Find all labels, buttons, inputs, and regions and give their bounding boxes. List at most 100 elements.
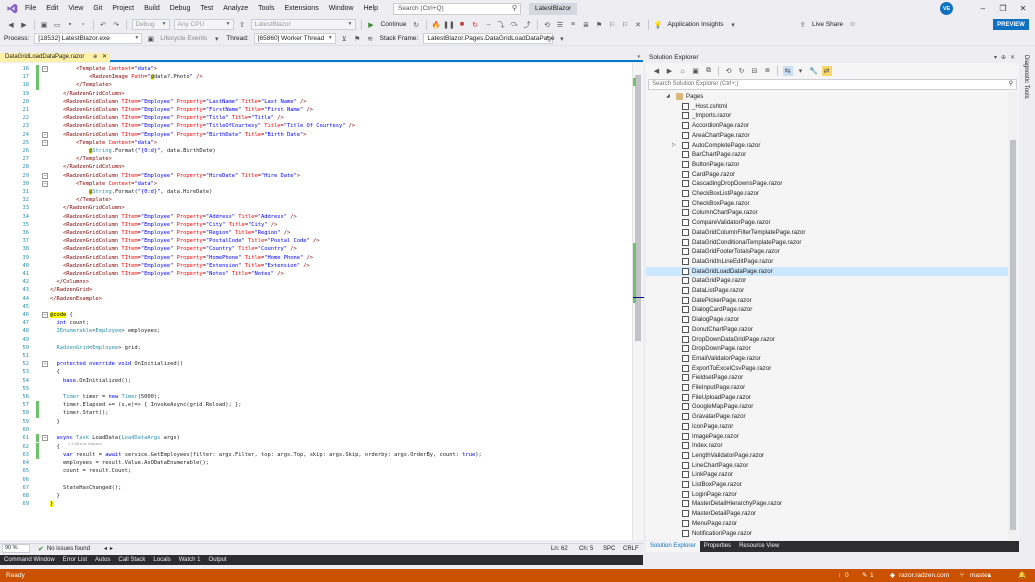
forward-icon[interactable]: ▶ bbox=[19, 20, 29, 30]
window-position-icon[interactable]: ▾ bbox=[994, 53, 997, 63]
tab-solution-explorer[interactable]: Solution Explorer bbox=[646, 541, 700, 552]
solution-tree[interactable]: ◢ Pages _Host.cshtml _Imports.razor Accordio… bbox=[646, 92, 1008, 540]
code-line[interactable]: 63 var result = await service.GetEmployee… bbox=[0, 450, 630, 460]
refresh-icon[interactable]: ↻ bbox=[737, 66, 747, 76]
home-icon[interactable]: ⌂ bbox=[678, 66, 688, 76]
fold-toggle-icon[interactable]: − bbox=[42, 66, 48, 72]
fold-toggle-icon[interactable]: − bbox=[42, 139, 48, 146]
solution-search-input[interactable]: Search Solution Explorer (Ctrl+;) ⚲ bbox=[648, 79, 1017, 90]
code-line[interactable]: 54 base.OnInitialized(); bbox=[0, 377, 630, 385]
menu-item-build[interactable]: Build bbox=[139, 0, 165, 17]
active-tracking-icon[interactable]: ⇄ bbox=[821, 66, 832, 76]
code-line[interactable]: 35 <RadzenGridColumn TItem="Employee" Pro… bbox=[0, 221, 630, 229]
tree-item[interactable]: DataGridPage.razor bbox=[646, 276, 1008, 286]
notifications-icon[interactable]: 🔔 bbox=[1018, 569, 1026, 582]
menu-item-analyze[interactable]: Analyze bbox=[218, 0, 253, 17]
tree-item[interactable]: IconPage.razor bbox=[646, 422, 1008, 432]
menu-item-edit[interactable]: Edit bbox=[41, 0, 63, 17]
code-line[interactable]: 41 <RadzenGridColumn TItem="Employee" Pro… bbox=[0, 270, 630, 278]
hot-reload-icon[interactable]: 🔥 bbox=[431, 20, 441, 30]
code-line[interactable]: 37 <RadzenGridColumn TItem="Employee" Pro… bbox=[0, 237, 630, 245]
code-line[interactable]: 25 − <Template Context="data"> bbox=[0, 139, 630, 147]
tree-item[interactable]: DialogCardPage.razor bbox=[646, 305, 1008, 315]
chevron-down-icon[interactable]: ▾ bbox=[728, 20, 738, 30]
tab-list-dropdown-icon[interactable]: ▾ bbox=[637, 53, 640, 62]
code-line[interactable]: 21 <RadzenGridColumn TItem="Employee" Pro… bbox=[0, 106, 630, 114]
tree-item[interactable]: FileUploadPage.razor bbox=[646, 393, 1008, 403]
collapse-all-icon[interactable]: ⊟ bbox=[750, 66, 760, 76]
code-line[interactable]: 59} bbox=[0, 418, 630, 426]
close-tab-icon[interactable]: ✕ bbox=[102, 53, 107, 62]
open-file-icon[interactable]: ▭ bbox=[52, 20, 62, 30]
code-line[interactable]: 28 </RadzenGridColumn> bbox=[0, 163, 630, 171]
tree-item[interactable]: DataGridLoadDataPage.razor bbox=[646, 266, 1008, 277]
code-line[interactable]: 68} bbox=[0, 492, 630, 500]
tree-item[interactable]: CheckBoxListPage.razor bbox=[646, 189, 1008, 199]
whitespace-mode[interactable]: SPC bbox=[603, 546, 615, 552]
menu-item-project[interactable]: Project bbox=[107, 0, 139, 17]
new-item-icon[interactable]: ▣ bbox=[39, 20, 49, 30]
feedback-icon[interactable]: ☺ bbox=[848, 20, 858, 30]
prev-bookmark-icon[interactable]: ⚐ bbox=[607, 20, 617, 30]
menu-item-view[interactable]: View bbox=[63, 0, 88, 17]
continue-button[interactable]: Continue bbox=[381, 21, 407, 28]
tab-watch-1[interactable]: Watch 1 bbox=[175, 555, 205, 565]
preview-badge[interactable]: PREVIEW bbox=[993, 19, 1029, 30]
code-line[interactable]: 46 − @code { bbox=[0, 311, 630, 319]
tree-folder-pages[interactable]: ◢ Pages bbox=[646, 92, 1008, 102]
pin-window-icon[interactable]: ⊕ bbox=[1001, 53, 1006, 63]
avatar[interactable]: VE bbox=[940, 2, 953, 15]
tab-properties[interactable]: Properties bbox=[700, 541, 735, 552]
code-line[interactable]: 49 bbox=[0, 336, 630, 344]
tree-item[interactable]: FieldsetPage.razor bbox=[646, 373, 1008, 383]
code-line[interactable]: 47 int count; bbox=[0, 319, 630, 327]
clear-bookmarks-icon[interactable]: ✕ bbox=[633, 20, 643, 30]
code-line[interactable]: 50 RadzenGrid<Employee> grid; bbox=[0, 344, 630, 352]
show-all-files-icon[interactable]: ⧈ bbox=[763, 66, 773, 76]
code-line[interactable]: 43 </RadzenGrid> bbox=[0, 286, 630, 294]
code-line[interactable]: 38 <RadzenGridColumn TItem="Employee" Pro… bbox=[0, 245, 630, 253]
code-line[interactable]: 60 bbox=[0, 426, 630, 434]
code-line[interactable]: 20 <RadzenGridColumn TItem="Employee" Pro… bbox=[0, 98, 630, 106]
code-line[interactable]: 22 <RadzenGridColumn TItem="Employee" Pro… bbox=[0, 114, 630, 122]
fold-toggle-icon[interactable]: − bbox=[42, 312, 48, 318]
tree-item[interactable]: CheckBoxPage.razor bbox=[646, 199, 1008, 209]
tree-item[interactable]: LineChartPage.razor bbox=[646, 461, 1008, 471]
bookmark-icon[interactable]: ⚑ bbox=[594, 20, 604, 30]
tree-item[interactable]: LengthValidatorPage.razor bbox=[646, 451, 1008, 461]
tree-item[interactable]: Index.razor bbox=[646, 441, 1008, 451]
line-ending[interactable]: CRLF bbox=[623, 546, 639, 552]
code-line[interactable]: 64 employees = result.Value.AsODataEnumer… bbox=[0, 459, 630, 467]
code-line[interactable]: 45 bbox=[0, 303, 630, 311]
code-line[interactable]: 62 { bbox=[0, 442, 630, 451]
collapsed-arrow-icon[interactable]: ▷ bbox=[672, 141, 678, 151]
configuration-combo[interactable]: Debug ▼ bbox=[131, 19, 170, 30]
fold-toggle-icon[interactable]: − bbox=[42, 435, 48, 441]
save-icon[interactable]: ▪ bbox=[65, 20, 75, 30]
tree-item[interactable]: FileInputPage.razor bbox=[646, 383, 1008, 393]
tree-item[interactable]: CompareValidatorPage.razor bbox=[646, 218, 1008, 228]
preview-selected-icon[interactable]: ⇆ bbox=[782, 66, 793, 76]
code-line[interactable]: 16 − <Template Context="data"> bbox=[0, 65, 630, 74]
forward-icon[interactable]: ▶ bbox=[665, 66, 675, 76]
code-line[interactable]: 56 Timer timer = new Timer(5000); bbox=[0, 393, 630, 401]
tree-item[interactable]: DataGridColumnFilterTemplatePage.razor bbox=[646, 228, 1008, 238]
tree-item[interactable]: CascadingDropDownsPage.razor bbox=[646, 179, 1008, 189]
code-line[interactable]: 66 bbox=[0, 476, 630, 484]
uncomment-icon[interactable]: ≣ bbox=[581, 20, 591, 30]
menu-item-window[interactable]: Window bbox=[324, 0, 359, 17]
code-line[interactable]: 57 timer.Elapsed += (s,e)=> { InvokeAsync… bbox=[0, 401, 630, 410]
tree-item[interactable]: DonutChartPage.razor bbox=[646, 325, 1008, 335]
code-editor[interactable]: 16 − <Template Context="data"> 17 <RadzenIma… bbox=[0, 63, 644, 540]
tree-item[interactable]: AreaChartPage.razor bbox=[646, 131, 1008, 141]
issues-status[interactable]: No issues found bbox=[47, 546, 90, 552]
minimize-button[interactable]: – bbox=[973, 0, 993, 17]
tree-item[interactable]: DataGridFooterTotalsPage.razor bbox=[646, 247, 1008, 257]
tree-item[interactable]: EmailValidatorPage.razor bbox=[646, 354, 1008, 364]
step-out-icon[interactable]: ⤴ bbox=[522, 20, 532, 30]
flag-thread-icon[interactable]: ⚑ bbox=[352, 34, 362, 44]
code-line[interactable]: 52 − protected override void OnInitialized… bbox=[0, 360, 630, 368]
application-insights-button[interactable]: Application Insights bbox=[668, 21, 724, 28]
menu-item-tools[interactable]: Tools bbox=[253, 0, 279, 17]
menu-item-extensions[interactable]: Extensions bbox=[279, 0, 323, 17]
